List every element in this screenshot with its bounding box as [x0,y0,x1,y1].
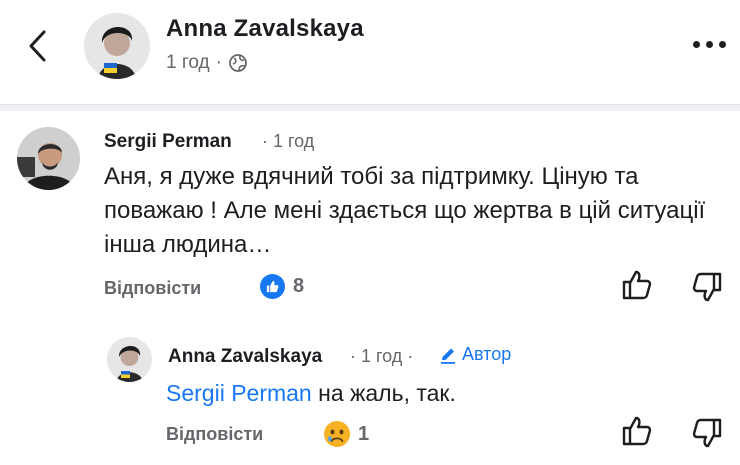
avatar-photo [84,13,150,79]
more-options-button[interactable] [690,36,728,52]
reaction-count: 8 [293,275,305,297]
header-divider [0,104,740,111]
post-time: 1 год [166,52,210,73]
reply-text-body: на жаль, так. [311,380,456,406]
thumbs-up-icon [622,416,652,446]
thumbs-down-icon [692,272,722,302]
sad-face-icon [324,421,350,447]
dislike-button[interactable] [690,416,724,450]
comment-text: Аня, я дуже вдячний тобі за підтримку. Ц… [104,163,706,258]
reply-author-name[interactable]: Anna Zavalskaya [168,346,322,368]
more-dots-icon [692,40,700,48]
like-button[interactable] [620,414,654,448]
back-button[interactable] [22,26,56,66]
reply-button[interactable]: Відповісти [104,278,201,299]
mention-link[interactable]: Sergii Perman [166,380,312,406]
more-dots-icon [705,40,713,48]
author-badge-label: Автор [462,344,512,364]
meta-separator: · [215,52,222,73]
thumbs-down-icon [692,418,722,448]
chevron-left-icon [29,30,46,62]
reply-author-avatar[interactable] [107,337,152,382]
post-meta: 1 год · [166,52,248,74]
avatar-photo [107,337,152,382]
reply-time: · 1 год · [350,346,414,366]
globe-icon [229,54,247,72]
reply-text: Sergii Perman на жаль, так. [166,378,456,408]
reaction-summary[interactable]: 1 [322,419,369,449]
pencil-icon [441,348,455,364]
author-avatar[interactable] [84,13,150,79]
dislike-button[interactable] [690,270,724,304]
reaction-count: 1 [358,422,370,445]
post-author-name[interactable]: Anna Zavalskaya [166,15,364,43]
avatar-photo [17,127,80,190]
thumbs-up-icon [622,270,652,300]
like-icon [260,274,285,299]
reaction-summary[interactable]: 8 [260,274,304,299]
more-dots-icon [718,40,726,48]
author-badge: Автор [438,344,511,365]
comment-time: · 1 год [262,131,315,151]
like-button[interactable] [620,268,654,302]
comment-author-name[interactable]: Sergii Perman [104,131,232,153]
commenter-avatar[interactable] [17,127,80,190]
reply-button[interactable]: Відповісти [166,424,263,445]
